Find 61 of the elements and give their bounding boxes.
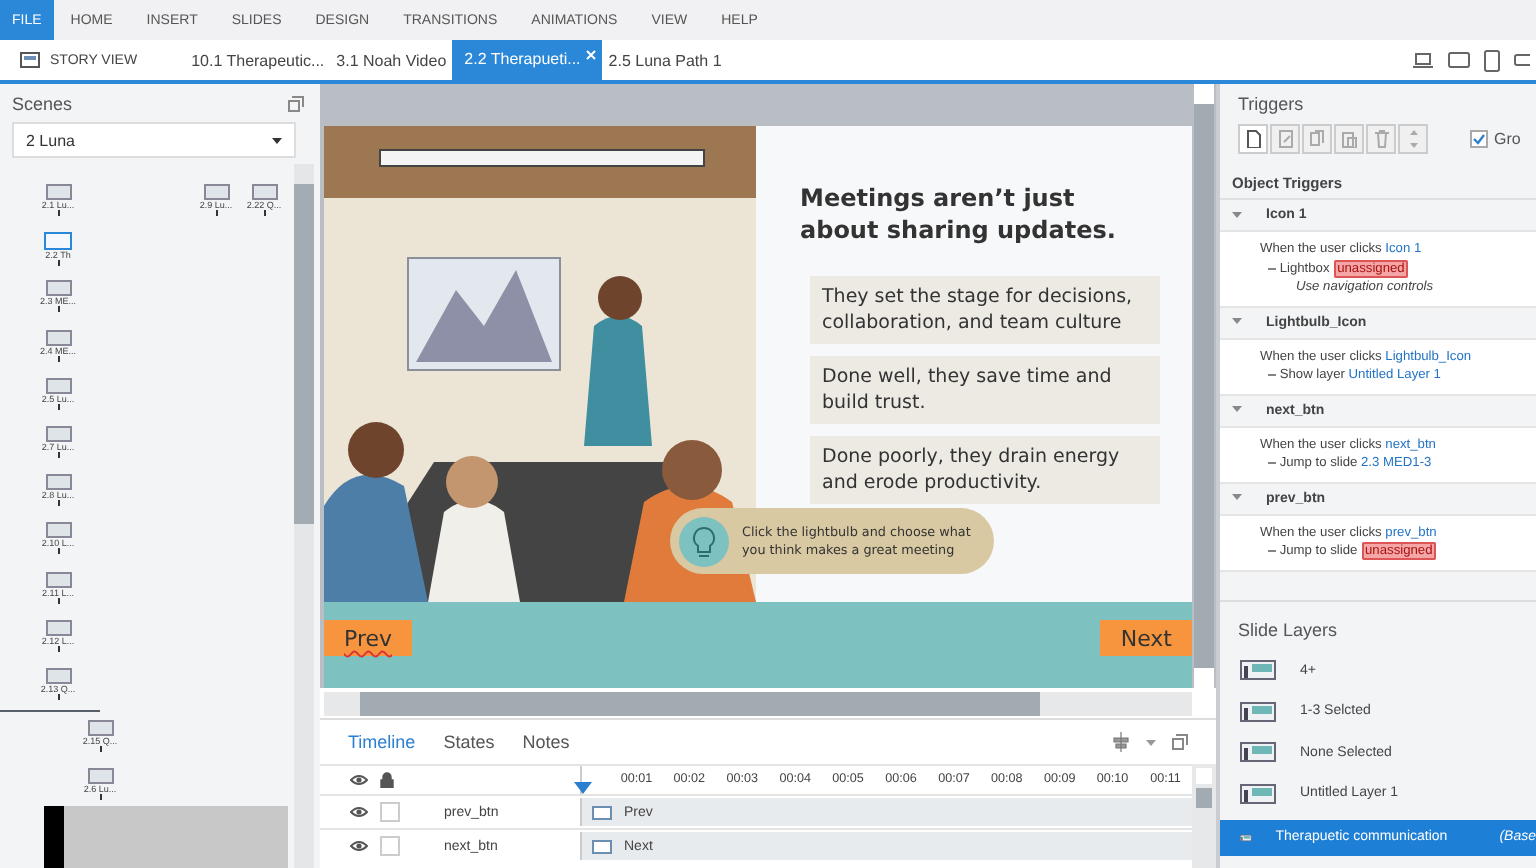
layer-thumbnail-icon	[1240, 701, 1276, 721]
edit-icon	[1277, 129, 1293, 147]
laptop-icon[interactable]	[1412, 52, 1434, 68]
tablet-portrait-icon[interactable]	[1484, 49, 1500, 71]
scene-dropdown[interactable]: 2 Luna	[12, 122, 296, 158]
slide-tab[interactable]: 3.1 Noah Video	[330, 40, 453, 80]
scrollbar[interactable]	[1192, 764, 1216, 868]
playhead-icon[interactable]	[574, 782, 592, 794]
slide-tab[interactable]: 2.5 Luna Path 1	[602, 40, 728, 80]
layer-thumbnail-icon	[1240, 783, 1276, 803]
panel-tab[interactable]: Notes	[522, 732, 570, 752]
phone-landscape-icon[interactable]	[1514, 54, 1530, 66]
delete-icon	[1373, 129, 1389, 147]
caret-down-icon[interactable]	[1232, 211, 1242, 219]
lock-icon[interactable]	[380, 772, 394, 788]
paste-icon	[1341, 129, 1357, 147]
dash-icon	[1268, 370, 1276, 378]
group-checkbox[interactable]: Gro	[1470, 129, 1522, 147]
scrollbar[interactable]	[294, 164, 314, 868]
layer-thumbnail-icon	[1240, 742, 1276, 762]
eye-icon[interactable]	[350, 806, 368, 818]
tablet-landscape-icon[interactable]	[1448, 52, 1470, 68]
restore-icon[interactable]	[288, 96, 304, 112]
lock-checkbox[interactable]	[380, 836, 400, 856]
slide-heading: Meetings aren’t just about sharing updates.	[800, 182, 1118, 246]
prev-button[interactable]: Prev	[324, 620, 412, 656]
new-trigger-icon	[1245, 129, 1261, 147]
caret-down-icon	[272, 137, 282, 143]
grid-icon	[20, 52, 40, 68]
dash-icon	[1268, 546, 1276, 554]
copy-icon	[1309, 129, 1325, 147]
lock-checkbox[interactable]	[380, 802, 400, 822]
eye-icon[interactable]	[350, 774, 368, 786]
reorder-icon	[1405, 129, 1421, 147]
panel-tab[interactable]: States	[443, 732, 495, 752]
toolbar-button[interactable]	[1238, 123, 1268, 153]
layer-thumbnail-icon	[1240, 660, 1276, 680]
lightbulb-icon[interactable]	[678, 515, 730, 567]
caret-down-icon[interactable]	[1232, 318, 1242, 326]
panel-title: Triggers	[1236, 92, 1306, 118]
text-box: Done poorly, they drain energy and erode productivity.	[810, 436, 1160, 504]
text-box: They set the stage for decisions, collaboration, and team culture	[810, 276, 1160, 344]
slide-tab[interactable]: 10.1 Therapeutic...	[185, 40, 331, 80]
next-button[interactable]: Next	[1100, 620, 1192, 656]
panel-title: Slide Layers	[1220, 599, 1536, 647]
panel-tab[interactable]: Timeline	[348, 732, 416, 752]
close-icon[interactable]	[586, 50, 597, 60]
caret-down-icon[interactable]	[1232, 406, 1242, 414]
panel-title: Scenes	[12, 94, 73, 114]
slide-tab[interactable]: 2.2 Therapueti...	[452, 40, 603, 80]
dash-icon	[1268, 458, 1276, 466]
caret-down-icon[interactable]	[1232, 494, 1242, 502]
caret-down-icon[interactable]	[1146, 739, 1156, 745]
scrollbar[interactable]	[324, 691, 1192, 715]
scrollbar[interactable]	[1194, 84, 1214, 688]
align-icon[interactable]	[1112, 732, 1130, 752]
restore-icon[interactable]	[1172, 734, 1188, 750]
text-box: Done well, they save time and build trust.	[810, 356, 1160, 424]
eye-icon[interactable]	[350, 840, 368, 852]
dash-icon	[1268, 263, 1276, 271]
checkbox-icon[interactable]	[1470, 129, 1488, 147]
